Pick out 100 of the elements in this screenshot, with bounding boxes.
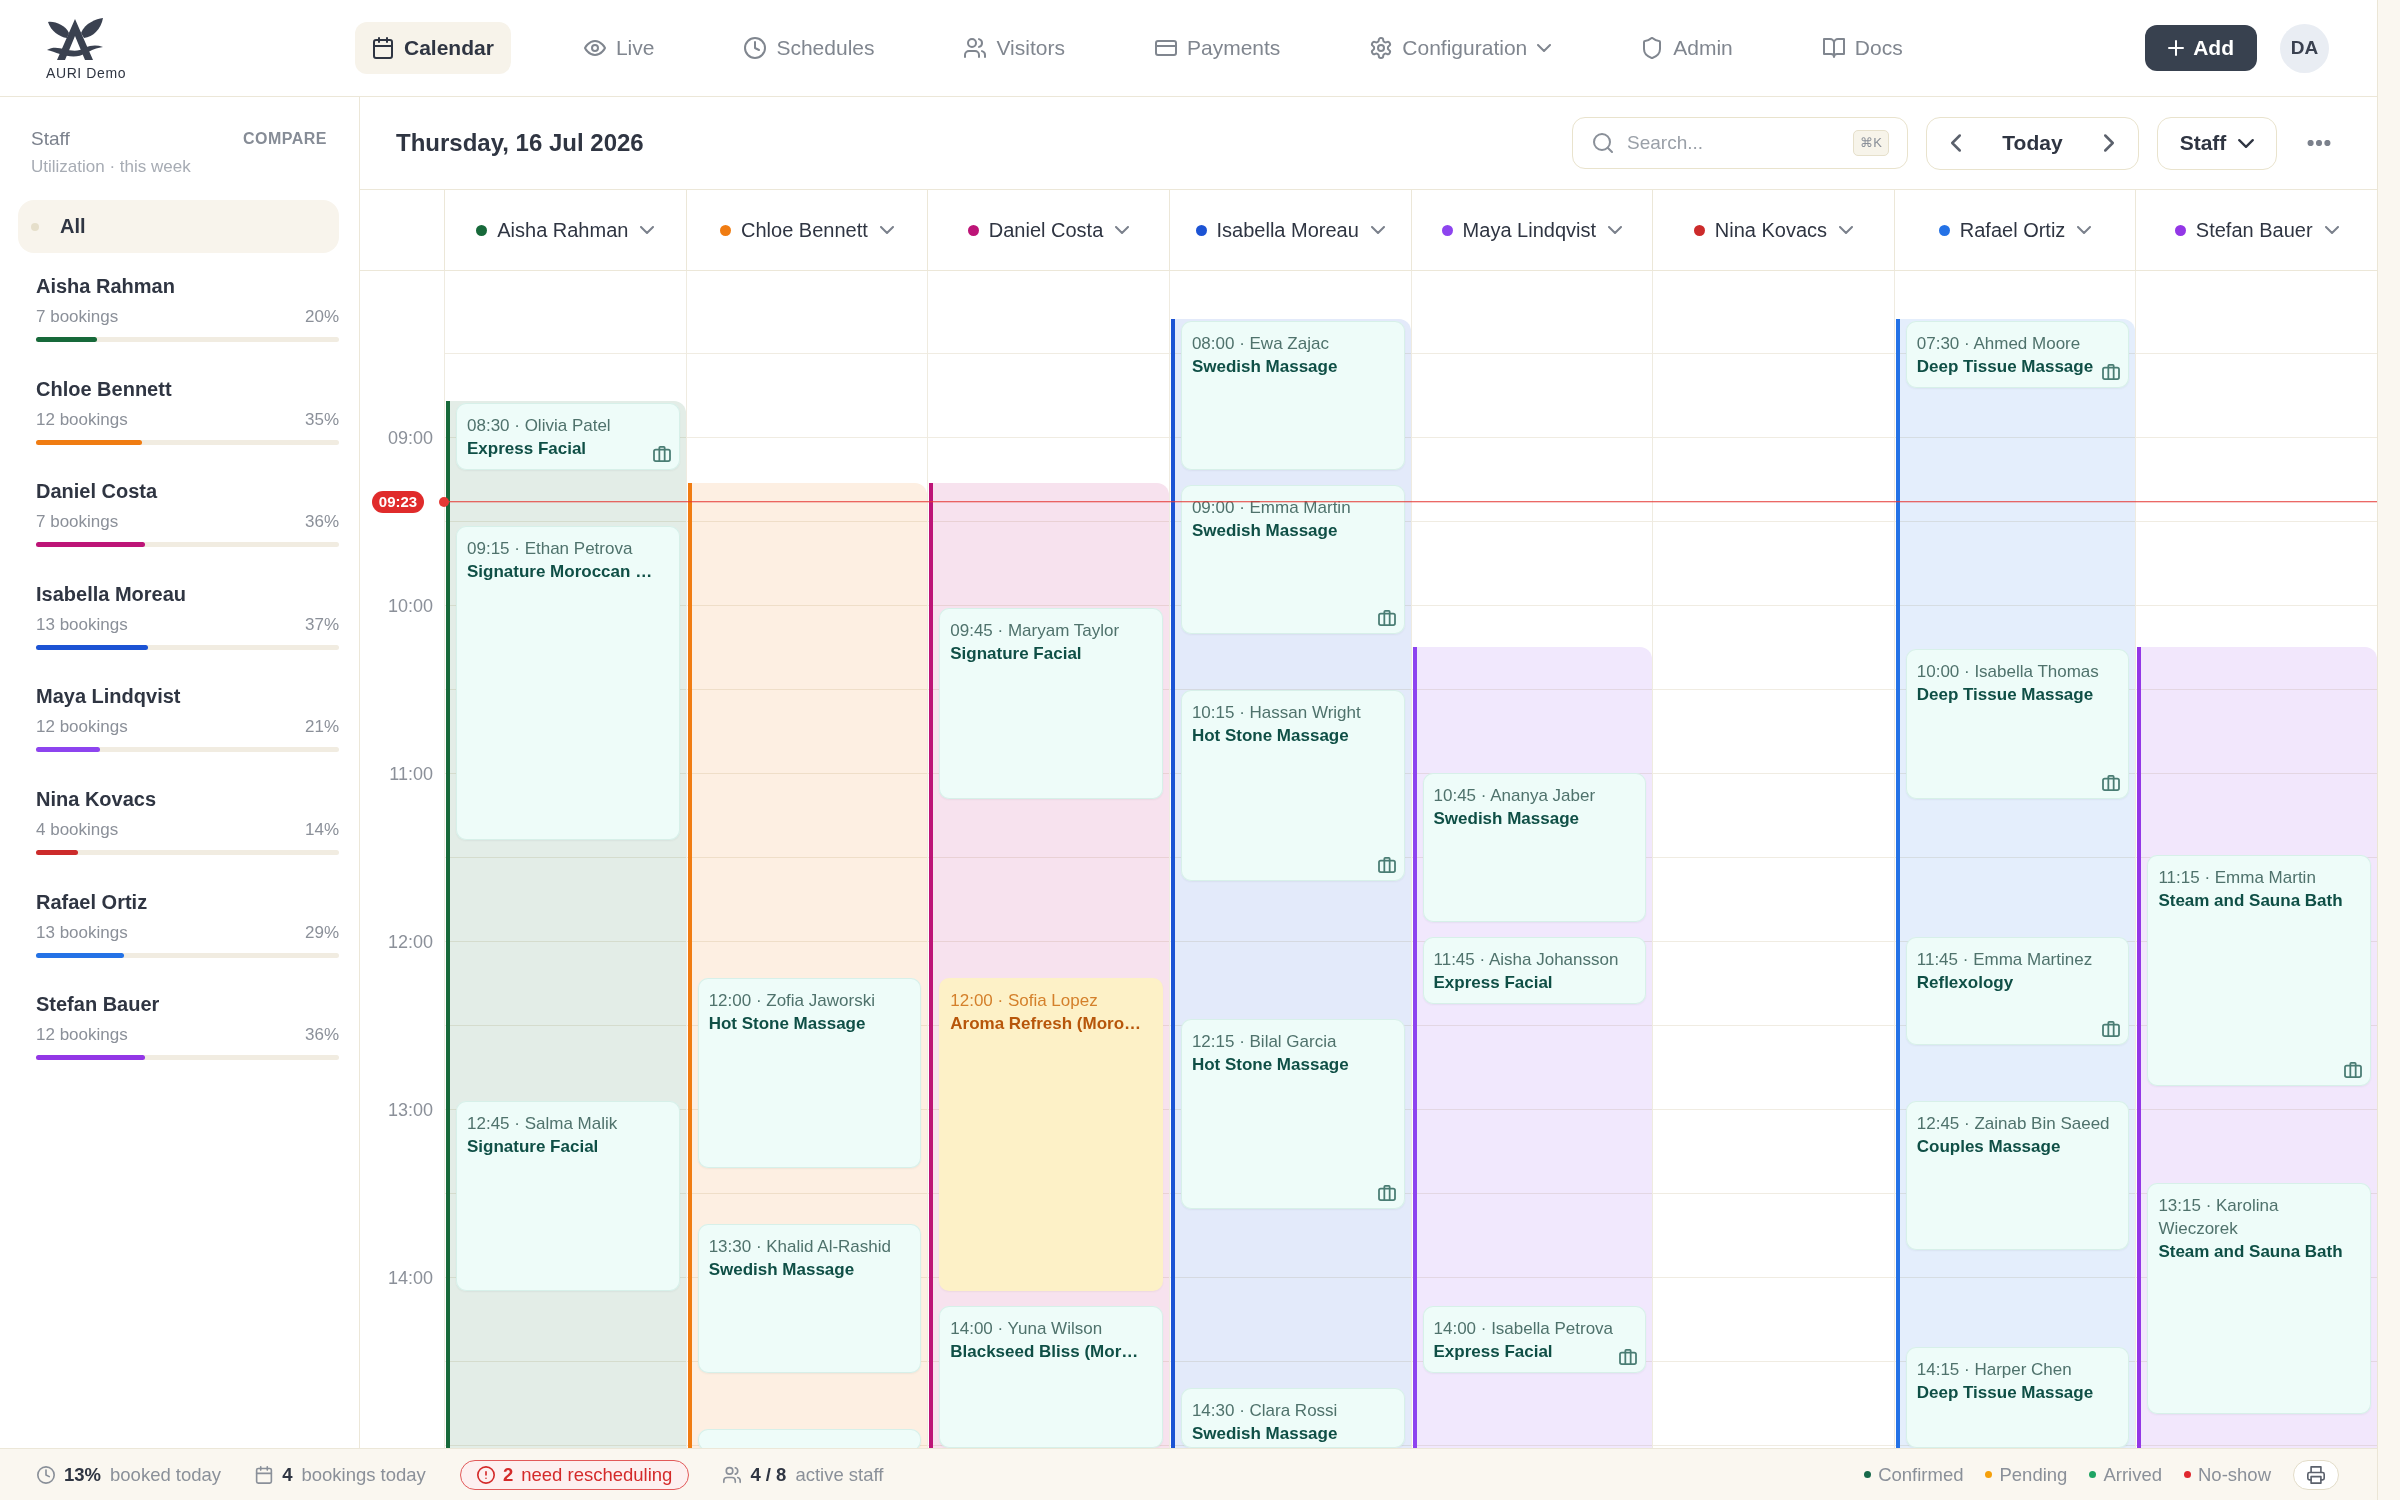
time-label: 13:00 <box>387 1099 433 1120</box>
appointment-card[interactable]: 12:00 · Sofia Lopez Aroma Refresh (Moro… <box>939 977 1163 1292</box>
appointment-card[interactable]: 10:00 · Isabella Thomas Deep Tissue Massage <box>1905 649 2130 799</box>
appointment-card[interactable]: 13:15 · Karolina Wieczorek Steam and Sauna Bath <box>2147 1183 2371 1415</box>
appointment-card[interactable]: 09:45 · Maryam Taylor Signature Facial <box>939 608 1163 799</box>
more-icon <box>2307 140 2331 146</box>
utilization-percent: 37% <box>304 613 339 636</box>
time-label: 14:00 <box>387 1267 433 1288</box>
staff-column-header[interactable]: Daniel Costa <box>963 212 1134 248</box>
open-book-icon <box>1822 37 1845 59</box>
service-name: Express Facial <box>1433 1341 1554 1364</box>
appointment-time-client: 11:45 · Emma Martinez <box>1916 948 2094 971</box>
brand-name: AURI Demo <box>46 64 127 81</box>
date-title: Thursday, 16 Jul 2026 <box>396 129 644 157</box>
appointment-time-client: 10:00 · Isabella Thomas <box>1916 661 2100 684</box>
search-icon <box>1593 133 1613 153</box>
staff-name[interactable]: Daniel Costa <box>36 479 339 504</box>
service-name: Hot Stone Massage <box>1191 725 1350 748</box>
calendar-icon <box>255 1465 274 1484</box>
all-staff-item[interactable]: All <box>18 200 339 253</box>
appointment-card[interactable]: 12:45 · Zainab Bin Saeed Couples Massage <box>1905 1101 2130 1251</box>
stat-value: 4 / 8 <box>750 1463 787 1486</box>
nav-tab[interactable]: Admin <box>1624 22 1750 74</box>
shield-icon <box>1641 37 1664 59</box>
appointment-time-client: 11:45 · Aisha Johansson <box>1433 948 1620 971</box>
service-name: Swedish Massage <box>1191 1423 1339 1446</box>
user-avatar[interactable]: DA <box>2280 23 2329 73</box>
staff-column-header[interactable]: Nina Kovacs <box>1689 212 1858 248</box>
staff-column-header[interactable]: Stefan Bauer <box>2170 212 2343 248</box>
chevron-down-icon <box>2077 226 2092 234</box>
print-button[interactable] <box>2293 1459 2339 1490</box>
reschedule-button[interactable]: 2 need rescheduling <box>459 1459 690 1490</box>
appointment-card[interactable]: 11:15 · Emma Martin Steam and Sauna Bath <box>2147 854 2371 1087</box>
chevron-down-icon <box>1370 226 1385 234</box>
appointment-time-client: 12:45 · Salma Malik <box>467 1113 619 1136</box>
staff-name[interactable]: Stefan Bauer <box>36 992 339 1017</box>
appointment-card[interactable]: 11:45 · Aisha Johansson Express Facial <box>1422 936 1647 1004</box>
appointment-card[interactable]: 11:45 · Emma Martinez Reflexology <box>1905 936 2130 1045</box>
appointment-card[interactable]: 12:45 · Salma Malik Signature Facial <box>456 1101 680 1292</box>
staff-column-header[interactable]: Rafael Ortiz <box>1934 212 2096 248</box>
appointment-card[interactable]: 12:00 · Zofia Jaworski Hot Stone Massage <box>697 977 922 1169</box>
staff-column-header[interactable]: Aisha Rahman <box>472 212 659 248</box>
service-name: Signature Facial <box>467 1136 600 1159</box>
time-label: 09:00 <box>387 427 433 448</box>
clock-icon <box>744 37 767 59</box>
time-label: 12:00 <box>387 931 433 952</box>
service-name: Swedish Massage <box>1433 807 1580 830</box>
appointment-card[interactable]: 12:15 · Bilal Garcia Hot Stone Massage <box>1180 1018 1405 1210</box>
appointment-card[interactable]: 14:30 · Clara Rossi Swedish Massage <box>1180 1388 1405 1448</box>
appointment-card[interactable]: 09:00 · Emma Martin Swedish Massage <box>1180 485 1405 635</box>
today-button[interactable]: Today <box>1994 125 2071 161</box>
nav-tab[interactable]: Visitors <box>947 22 1082 74</box>
nav-tab[interactable]: Payments <box>1137 22 1298 74</box>
nav-tab[interactable]: Docs <box>1805 22 1920 74</box>
chevron-down-icon <box>1115 226 1130 234</box>
appointment-time-client: 12:15 · Bilal Garcia <box>1191 1030 1338 1053</box>
nav-tab[interactable]: Live <box>566 22 672 74</box>
view-dropdown[interactable]: Staff <box>2157 116 2277 170</box>
chevron-down-icon <box>1839 226 1854 234</box>
staff-name[interactable]: Aisha Rahman <box>36 274 339 298</box>
stat-value: 4 <box>282 1463 293 1486</box>
staff-name[interactable]: Chloe Bennett <box>36 376 339 401</box>
booking-count: 7 bookings <box>36 306 119 328</box>
booking-count: 12 bookings <box>36 1024 128 1047</box>
current-time-dot-icon <box>439 496 449 507</box>
staff-column-header[interactable]: Chloe Bennett <box>716 212 898 248</box>
staff-name[interactable]: Isabella Moreau <box>36 581 339 606</box>
utilization-percent: 35% <box>304 408 339 431</box>
service-name: Swedish Massage <box>1191 356 1339 378</box>
chevron-right-icon <box>2104 134 2114 152</box>
booking-count: 7 bookings <box>36 511 119 534</box>
appointment-card[interactable]: 14:00 · Yuna Wilson Blackseed Bliss (Mor… <box>939 1306 1163 1448</box>
appointment-time-client: 09:00 · Emma Martin <box>1191 497 1352 520</box>
appointment-card[interactable]: 14:15 · Harper Chen Deep Tissue Massage <box>1905 1347 2130 1448</box>
appointment-card[interactable]: 08:30 · Olivia Patel Express Facial <box>456 403 680 471</box>
nav-tab[interactable]: Configuration <box>1353 22 1569 74</box>
people-icon <box>723 1465 742 1484</box>
settings-icon <box>1370 37 1393 59</box>
appointment-card[interactable]: 14:00 · Isabella Petrova Express Facial <box>1422 1306 1647 1374</box>
appointment-card[interactable]: 13:30 · Khalid Al-Rashid Swedish Massage <box>697 1224 922 1374</box>
add-button[interactable]: Add <box>2145 25 2257 71</box>
staff-name[interactable]: Nina Kovacs <box>36 786 339 811</box>
stat-label: bookings today <box>301 1463 426 1486</box>
appointment-card[interactable]: 07:30 · Ahmed Moore Deep Tissue Massage <box>1905 321 2130 389</box>
legend-label: Pending <box>1999 1463 2068 1486</box>
service-name: Couples Massage <box>1916 1136 2062 1159</box>
printer-icon <box>2307 1465 2325 1484</box>
appointment-card[interactable]: 09:15 · Ethan Petrova Signature Moroccan … <box>456 526 680 840</box>
shortcut-hint: ⌘K <box>1853 130 1889 156</box>
nav-tab[interactable]: Calendar <box>355 22 511 74</box>
staff-name[interactable]: Maya Lindqvist <box>36 684 339 709</box>
service-name: Steam and Sauna Bath <box>2158 1241 2344 1264</box>
appointment-card[interactable]: 08:00 · Ewa Zajac Swedish Massage <box>1180 321 1405 471</box>
appointment-card[interactable]: 10:45 · Ananya Jaber Swedish Massage <box>1422 772 1647 922</box>
nav-tab[interactable]: Schedules <box>727 22 892 74</box>
staff-name[interactable]: Rafael Ortiz <box>36 889 339 914</box>
appointment-card[interactable]: 10:15 · Hassan Wright Hot Stone Massage <box>1180 690 1405 881</box>
staff-column-header[interactable]: Isabella Moreau <box>1191 212 1389 248</box>
appointment-time-client: 12:00 · Zofia Jaworski <box>708 989 876 1012</box>
staff-column-header[interactable]: Maya Lindqvist <box>1437 212 1626 248</box>
